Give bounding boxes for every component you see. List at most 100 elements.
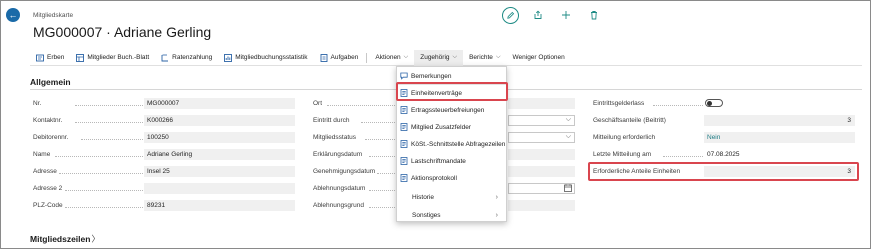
chevron-down-icon: ⌵ [452,54,458,60]
section-title-mitgliedszeilen[interactable]: Mitgliedszeilen〉 [30,233,100,245]
toolbar-label: Aktionen [375,54,401,61]
toggle-knob [707,101,712,106]
menu-item-lastschriftmandate[interactable]: Lastschriftmandate [397,154,506,168]
document-icon [400,106,408,114]
field-dots [65,207,143,208]
eintrittsgelderlass-toggle[interactable] [705,99,723,107]
field-label: Ablehnungsdatum [313,185,366,192]
section-title-allgemein[interactable]: Allgemein [30,77,71,87]
toolbar-erben[interactable]: Erben [30,50,70,66]
mitteilung-erforderlich-value[interactable]: Nein [704,132,855,143]
field-debitorennr: Debitorennr. 100250 [33,132,295,143]
menu-item-label: Ertragssteuerbefreiungen [411,106,485,114]
field-dots [81,139,143,140]
field-label: Mitteilung erforderlich [593,134,656,141]
field-dots [59,173,143,174]
field-name: Name Adriane Gerling [33,149,295,160]
field-label: Erforderliche Anteile Einheiten [593,168,681,175]
field-mitteilung-erforderlich: Mitteilung erforderlich Nein [593,132,855,143]
field-value[interactable]: MG000007 [144,98,295,109]
field-value[interactable] [508,200,575,211]
menu-item-historie[interactable]: Historie › [397,190,506,204]
menu-item-koest-schnittstelle[interactable]: KöSt.-Schnittstelle Abfragezeilen [397,137,506,151]
top-actions [502,6,613,24]
menu-item-label: Historie [412,193,435,201]
menu-item-ertragssteuerbefreiungen[interactable]: Ertragssteuerbefreiungen [397,103,506,117]
toolbar-weniger-optionen[interactable]: Weniger Optionen [507,50,571,66]
field-label: PLZ-Code [33,202,63,209]
field-label: Name [33,151,51,158]
toolbar-mitgliedbuchungsstatistik[interactable]: Mitgliedbuchungsstatistik [218,50,313,66]
menu-item-einheitenvertraege[interactable]: Einheitenverträge [397,86,506,100]
menu-item-label: Sonstiges [412,211,441,219]
field-value[interactable]: 3 [704,166,855,177]
field-value[interactable] [508,149,575,160]
field-label: Nr. [33,100,42,107]
document-icon [400,89,408,97]
toolbar-label: Berichte [469,54,493,61]
tasks-icon [320,53,328,62]
eintritt-durch-select[interactable] [508,114,575,126]
field-dots [369,190,397,191]
calendar-icon[interactable] [564,184,572,194]
field-label: Debitorennr. [33,134,69,141]
field-value[interactable] [144,183,295,194]
field-value: 07.08.2025 [707,151,740,158]
toolbar-label: Mitgliedbuchungsstatistik [235,54,308,61]
field-adresse: Adresse Insel 25 [33,166,295,177]
page-title: MG000007 · Adriane Gerling [33,24,212,40]
toolbar-aufgaben[interactable]: Aufgaben [314,50,365,66]
statistics-icon [224,53,233,62]
toolbar-label: Zugehörig [420,54,450,61]
menu-item-aktionsprotokoll[interactable]: Aktionsprotokoll [397,171,506,185]
toolbar-aktionen[interactable]: Aktionen ⌵ [369,50,414,66]
document-icon [400,140,408,148]
toolbar-zugehoerig[interactable]: Zugehörig ⌵ [414,49,464,66]
toolbar-berichte[interactable]: Berichte ⌵ [463,50,506,66]
document-icon [400,123,408,131]
menu-divider [397,84,506,85]
toolbar-label: Erben [47,54,65,61]
field-label: Kontaktnr. [33,117,63,124]
field-dots [75,122,143,123]
mitgliedsstatus-select[interactable] [508,131,575,143]
back-arrow-icon[interactable]: ← [6,8,20,22]
field-dots [55,156,143,157]
toolbar-ratenzahlung[interactable]: Ratenzahlung [155,50,218,66]
field-eintrittsgelderlass: Eintrittsgelderlass [593,98,855,109]
chevron-right-icon: 〉 [91,234,100,244]
menu-item-sonstiges[interactable]: Sonstiges › [397,208,506,222]
field-value[interactable]: 89231 [144,200,295,211]
share-icon[interactable] [529,6,547,24]
field-value[interactable]: 100250 [144,132,295,143]
section-title-label: Mitgliedszeilen [30,234,91,244]
menu-item-bemerkungen[interactable]: Bemerkungen [397,69,506,83]
field-label: Genehmigungsdatum [313,168,376,175]
field-letzte-mitteilung: Letzte Mitteilung am 07.08.2025 [593,149,855,160]
field-value[interactable]: Adriane Gerling [144,149,295,160]
field-label: Mitgliedsstatus [313,134,356,141]
toolbar-mitglieder-buch-blatt[interactable]: Mitglieder Buch.-Blatt [70,50,155,66]
menu-item-label: KöSt.-Schnittstelle Abfragezeilen [411,140,506,148]
menu-item-label: Mitglied Zusatzfelder [411,123,471,131]
zugehoerig-dropdown-menu: Bemerkungen Einheitenverträge Ertragsste… [396,66,507,222]
field-value[interactable]: K000266 [144,115,295,126]
edit-pencil-icon[interactable] [502,6,519,24]
field-value[interactable]: Insel 25 [144,166,295,177]
field-dots [365,139,397,140]
field-plz-code: PLZ-Code 89231 [33,200,295,211]
chevron-down-icon: ⌵ [495,54,501,60]
toolbar-label: Mitglieder Buch.-Blatt [87,54,150,61]
toolbar-label: Ratenzahlung [172,54,213,61]
add-icon[interactable] [557,6,575,24]
field-dots [369,156,397,157]
field-value[interactable] [508,98,575,109]
field-value[interactable] [508,166,575,177]
field-value[interactable]: 3 [704,115,855,126]
field-label: Ort [313,100,323,107]
field-nr: Nr. MG000007 [33,98,295,109]
field-dots [327,105,397,106]
menu-item-label: Einheitenverträge [411,89,462,97]
menu-item-mitglied-zusatzfelder[interactable]: Mitglied Zusatzfelder [397,120,506,134]
delete-trash-icon[interactable] [585,6,603,24]
